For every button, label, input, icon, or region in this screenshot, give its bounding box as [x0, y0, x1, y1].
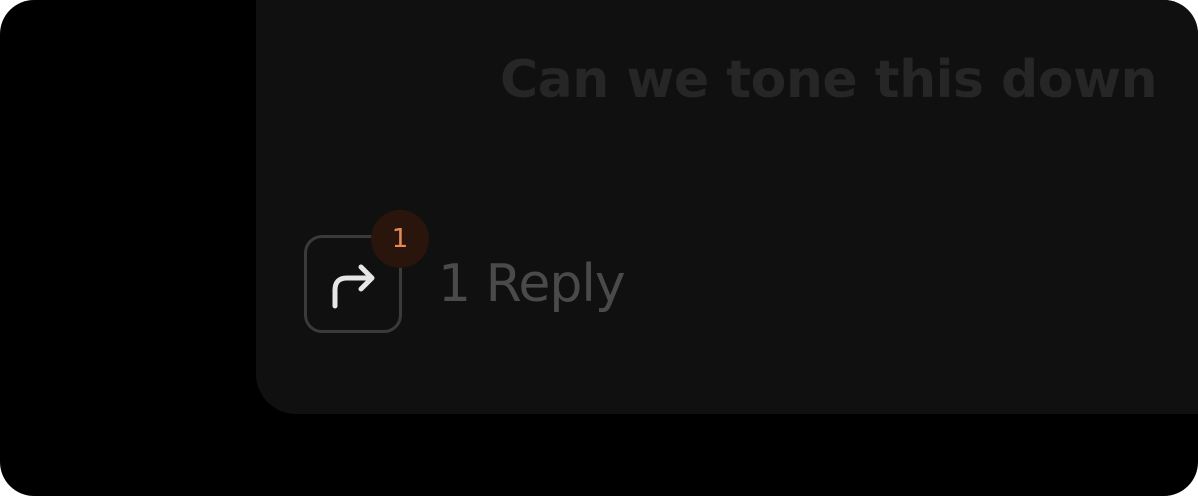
reply-row: 1 1 Reply	[304, 210, 626, 336]
reply-count-badge: 1	[371, 210, 429, 268]
app-frame: Can we tone this down 1 1 Reply	[0, 0, 1198, 496]
reply-button[interactable]: 1	[304, 210, 429, 333]
comment-text: Can we tone this down	[500, 50, 1158, 110]
reply-count-label[interactable]: 1 Reply	[438, 254, 626, 314]
comment-card: Can we tone this down 1 1 Reply	[256, 0, 1198, 414]
reply-arrow-icon	[325, 256, 381, 312]
